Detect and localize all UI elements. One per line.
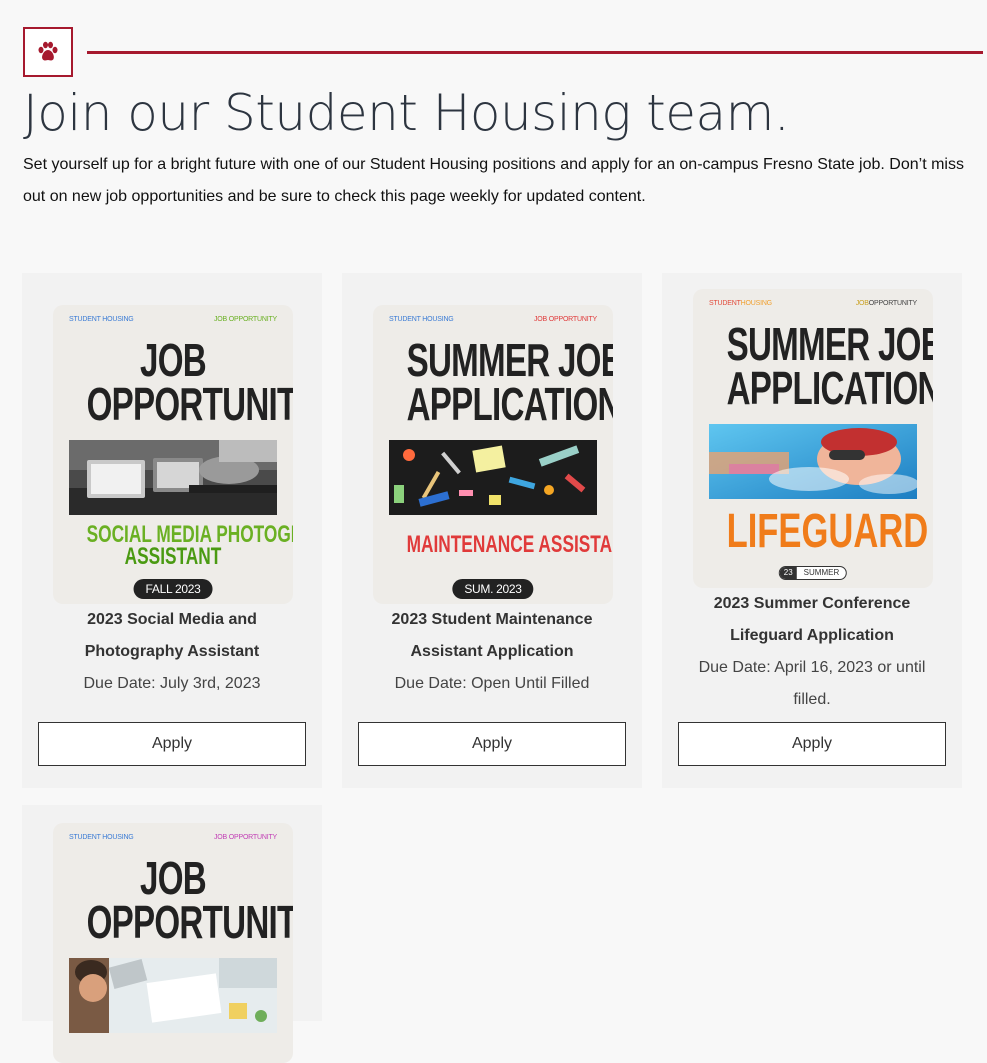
job-poster-image[interactable]: STUDENTHOUSING JOBOPPORTUNITY SUMMER JOB… [693, 289, 933, 588]
poster-photo [709, 424, 917, 499]
job-poster-image[interactable]: STUDENT HOUSING JOB OPPORTUNITY SUMMER J… [373, 305, 613, 604]
job-title: 2023 Student Maintenance Assistant Appli… [352, 604, 632, 668]
apply-button[interactable]: Apply [38, 722, 306, 766]
due-date-line-1: Due Date: April 16, 2023 or until [698, 659, 926, 676]
due-date: Due Date: July 3rd, 2023 [83, 675, 261, 692]
poster-badge-label: SUMMER [803, 568, 840, 577]
intro-text: Set yourself up for a bright future with… [23, 156, 964, 205]
poster-headline-line-2: APPLICATIONS [406, 378, 613, 430]
poster-headline-line-1: SUMMER JOB [406, 334, 613, 386]
apply-button[interactable]: Apply [678, 722, 946, 766]
job-title-line-2: Lifeguard Application [730, 627, 894, 644]
job-title-line-1: 2023 Social Media and [87, 611, 257, 628]
poster-left-tag: STUDENTHOUSING [709, 300, 772, 310]
poster-subtitle: MAINTENANCE ASSISTANT [406, 531, 613, 558]
poster-headline-line-2: APPLICATIONS [726, 362, 933, 414]
job-title-line-1: 2023 Summer Conference [713, 595, 911, 612]
poster-headline-line-2: OPPORTUNITY [86, 378, 293, 430]
poster-badge-number: 23 [779, 567, 797, 579]
poster-headline: SUMMER JOB APPLICATIONS [406, 334, 613, 430]
job-card: STUDENTHOUSING JOBOPPORTUNITY SUMMER JOB… [662, 273, 962, 788]
poster-headline-line-1: JOB [140, 852, 207, 904]
poster-right-tag: JOB OPPORTUNITY [214, 316, 277, 323]
job-title-line-2: Photography Assistant [84, 643, 260, 660]
poster-right-tag: JOB OPPORTUNITY [534, 316, 597, 323]
poster-right-tag-b: OPPORTUNITY [868, 300, 917, 307]
job-title: 2023 Social Media and Photography Assist… [32, 604, 312, 668]
poster-left-tag: STUDENT HOUSING [389, 316, 454, 323]
job-poster-image[interactable]: STUDENT HOUSING JOB OPPORTUNITY JOB OPPO… [53, 305, 293, 604]
job-title: 2023 Summer Conference Lifeguard Applica… [672, 588, 952, 652]
poster-headline: JOB OPPORTUNITY [86, 852, 293, 948]
apply-button[interactable]: Apply [358, 722, 626, 766]
poster-headline-line-1: SUMMER JOBS [726, 318, 933, 370]
poster-left-tag: STUDENT HOUSING [69, 316, 134, 323]
due-date: Due Date: Open Until Filled [394, 675, 590, 692]
logo[interactable] [23, 27, 73, 77]
page-title: Join our Student Housing team. [23, 84, 790, 142]
job-title-line-1: 2023 Student Maintenance [391, 611, 593, 628]
poster-left-tag-a: STUDENT [709, 300, 741, 307]
due-date-line-2: filled. [793, 691, 831, 708]
poster-right-tag-a: JOB [855, 300, 869, 307]
poster-headline: SUMMER JOBS APPLICATIONS [726, 318, 933, 414]
job-poster-image[interactable]: STUDENT HOUSING JOB OPPORTUNITY JOB OPPO… [53, 823, 293, 1063]
job-card: STUDENT HOUSING JOB OPPORTUNITY JOB OPPO… [22, 805, 322, 1063]
poster-subtitle: SOCIAL MEDIA PHOTOGRAPHY ASSISTANT [87, 523, 293, 570]
poster-term-badge: 23 SUMMER [778, 566, 848, 580]
poster-photo [69, 440, 277, 515]
poster-photo [69, 958, 277, 1033]
due-date: Due Date: April 16, 2023 or until filled… [672, 652, 952, 716]
poster-subtitle: LIFEGUARD [726, 505, 929, 558]
poster-subtitle-line-1: LIFEGUARD [726, 505, 929, 558]
poster-left-tag-b: HOUSING [740, 300, 772, 307]
job-card: STUDENT HOUSING JOB OPPORTUNITY JOB OPPO… [22, 273, 322, 788]
poster-headline: JOB OPPORTUNITY [86, 334, 293, 430]
paw-icon [38, 41, 58, 61]
tools-photo [389, 440, 597, 515]
poster-photo [389, 440, 597, 515]
header-rule [87, 51, 983, 54]
swimmer-photo [709, 424, 917, 499]
poster-term-badge: SUM. 2023 [452, 579, 534, 599]
job-title-line-2: Assistant Application [410, 643, 574, 660]
poster-headline-line-2: OPPORTUNITY [86, 896, 293, 948]
poster-term-badge: FALL 2023 [133, 579, 213, 599]
office-photo [69, 958, 277, 1033]
poster-headline-line-1: JOB [140, 334, 207, 386]
laptop-photo [69, 440, 277, 515]
job-card: STUDENT HOUSING JOB OPPORTUNITY SUMMER J… [342, 273, 642, 788]
poster-right-tag: JOB OPPORTUNITY [214, 834, 277, 841]
poster-right-tag: JOBOPPORTUNITY [856, 300, 917, 310]
poster-subtitle-line-1: MAINTENANCE ASSISTANT [406, 531, 613, 558]
poster-subtitle-line-2: ASSISTANT [124, 543, 222, 570]
poster-left-tag: STUDENT HOUSING [69, 834, 134, 841]
